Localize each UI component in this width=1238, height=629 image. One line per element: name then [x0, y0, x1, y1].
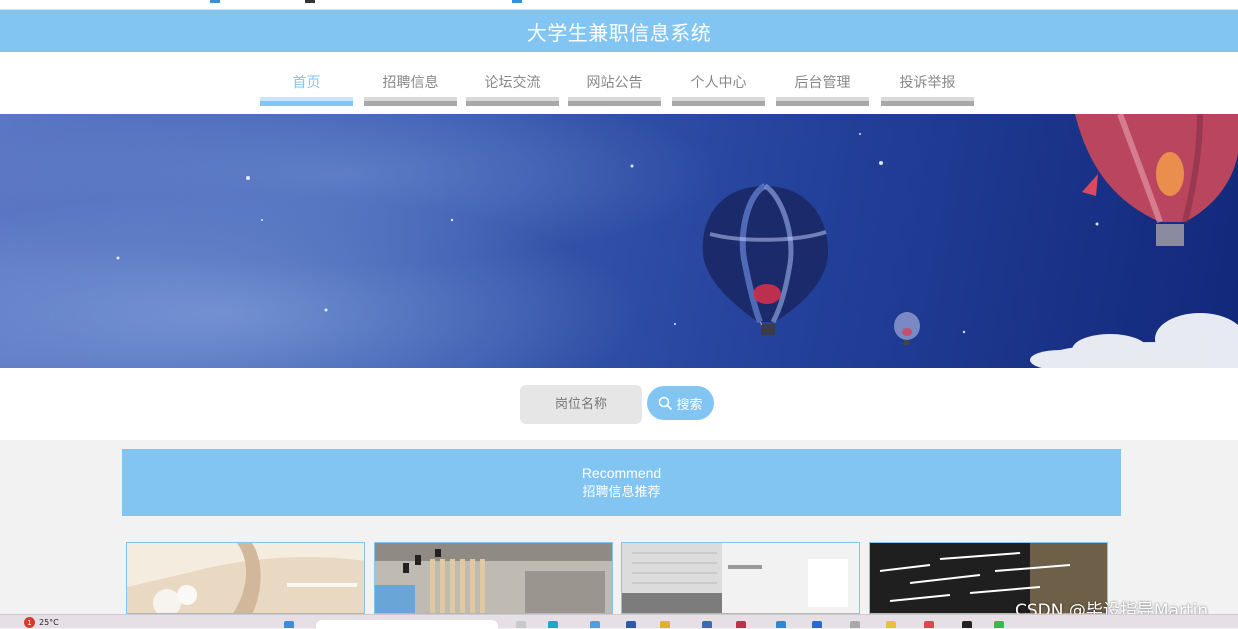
- nav-item-label: 论坛交流: [484, 75, 541, 91]
- nav-item-admin[interactable]: 后台管理: [776, 52, 869, 106]
- recommend-title-en: Recommend: [581, 464, 662, 481]
- browser-tab-icon[interactable]: [512, 0, 522, 3]
- nav-item-announcements[interactable]: 网站公告: [568, 52, 661, 106]
- nav-item-underline: [881, 97, 974, 106]
- main-nav: 首页 招聘信息 论坛交流 网站公告 个人中心 后台管理 投诉举报: [0, 52, 1238, 114]
- browser-top-strip: [0, 0, 1238, 10]
- job-name-search-input[interactable]: [520, 385, 642, 424]
- search-button-label: 搜索: [676, 397, 703, 413]
- nav-item-forum[interactable]: 论坛交流: [466, 52, 559, 106]
- nav-item-underline: [568, 97, 661, 106]
- site-header: 大学生兼职信息系统: [0, 10, 1238, 52]
- temperature-label: 25°C: [39, 618, 59, 627]
- job-card[interactable]: [126, 542, 365, 614]
- nav-item-complaints[interactable]: 投诉举报: [881, 52, 974, 106]
- hot-air-balloon-illustration: [116, 114, 1238, 368]
- notification-badge: 1: [24, 617, 35, 628]
- nav-item-underline: [364, 97, 457, 106]
- nav-item-underline: [260, 97, 353, 106]
- nav-item-label: 个人中心: [690, 75, 747, 91]
- search-section: 搜索: [0, 368, 1238, 440]
- nav-item-underline: [672, 97, 765, 106]
- job-card-image: [127, 543, 364, 613]
- nav-item-label: 招聘信息: [382, 75, 439, 91]
- search-icon: [659, 396, 673, 410]
- nav-item-label: 后台管理: [794, 75, 851, 91]
- nav-item-underline: [776, 97, 869, 106]
- nav-item-profile[interactable]: 个人中心: [672, 52, 765, 106]
- nav-item-label: 投诉举报: [899, 75, 956, 91]
- job-card[interactable]: [621, 542, 860, 614]
- nav-item-underline: [466, 97, 559, 106]
- taskbar-weather[interactable]: 1 25°C: [24, 617, 59, 628]
- hero-banner: [0, 114, 1238, 368]
- nav-item-label: 首页: [292, 75, 321, 91]
- job-card-image: [375, 543, 612, 613]
- job-card-image: [622, 543, 859, 613]
- job-card[interactable]: [374, 542, 613, 614]
- browser-tab-icon[interactable]: [305, 0, 315, 3]
- search-button[interactable]: 搜索: [647, 386, 714, 420]
- nav-item-jobs[interactable]: 招聘信息: [364, 52, 457, 106]
- recommend-section-header: Recommend 招聘信息推荐: [122, 449, 1121, 516]
- nav-item-home[interactable]: 首页: [260, 52, 353, 106]
- browser-tab-icon[interactable]: [210, 0, 220, 3]
- site-title: 大学生兼职信息系统: [526, 20, 712, 45]
- nav-item-label: 网站公告: [586, 75, 643, 91]
- os-taskbar: 1 25°C: [0, 614, 1238, 629]
- taskbar-search-box[interactable]: [316, 620, 498, 629]
- recommend-title-zh: 招聘信息推荐: [582, 484, 661, 500]
